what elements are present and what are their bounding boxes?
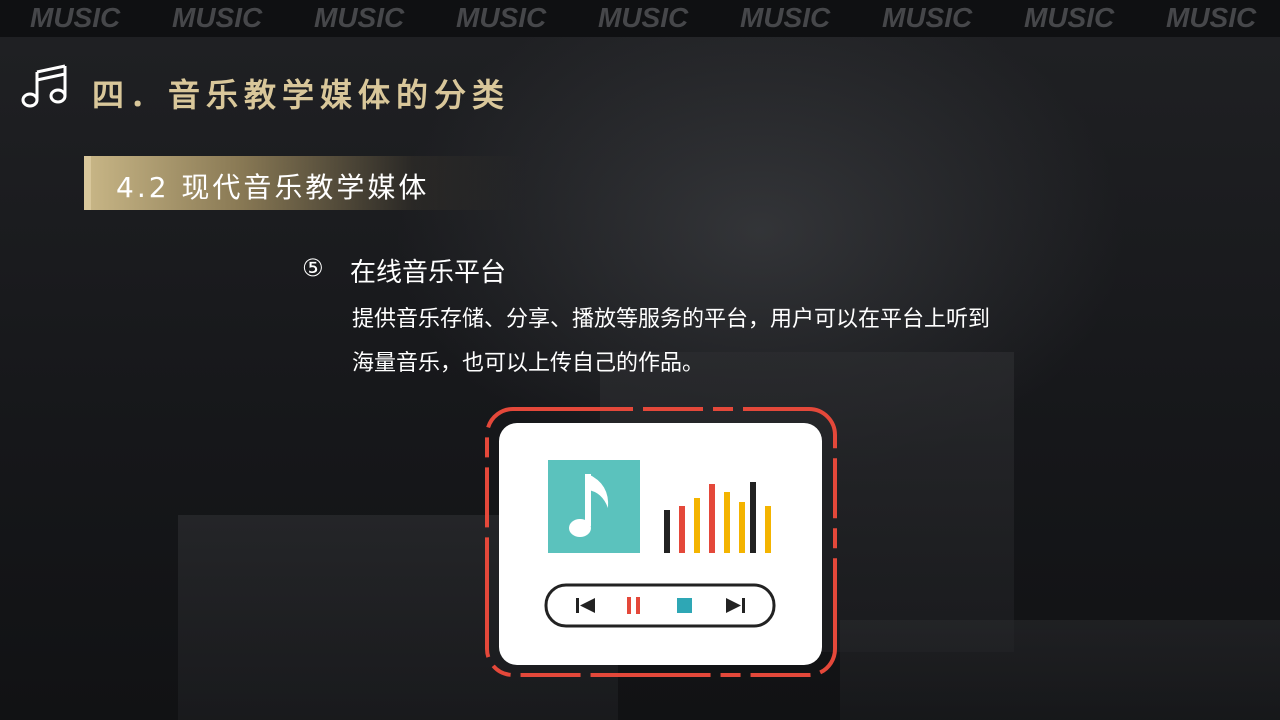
music-note-icon (21, 64, 67, 108)
banner-word: MUSIC (598, 2, 689, 33)
banner-word: MUSIC (172, 2, 263, 33)
banner-word: MUSIC (1024, 2, 1115, 33)
background-block-bottom (840, 620, 1280, 720)
music-player-illustration (485, 407, 837, 677)
item-title: 在线音乐平台 (350, 258, 507, 288)
banner-word: MUSIC (1166, 2, 1257, 33)
subtitle: 4.2 现代音乐教学媒体 (116, 171, 430, 204)
subtitle-accent (84, 156, 91, 210)
page-title: 四．音乐教学媒体的分类 (92, 76, 511, 114)
banner-word: MUSIC (740, 2, 831, 33)
stop-icon (677, 598, 692, 613)
item-number: ⑤ (302, 254, 324, 282)
banner-word: MUSIC (30, 2, 121, 33)
banner-word: MUSIC (882, 2, 973, 33)
banner-word: MUSIC (456, 2, 547, 33)
player-card (499, 423, 822, 665)
item-description: 提供音乐存储、分享、播放等服务的平台，用户可以在平台上听到海量音乐，也可以上传自… (352, 307, 991, 376)
banner-word: MUSIC (314, 2, 405, 33)
music-note-icon (548, 460, 640, 553)
music-banner: MUSIC MUSIC MUSIC MUSIC MUSIC MUSIC MUSI… (0, 0, 1280, 37)
